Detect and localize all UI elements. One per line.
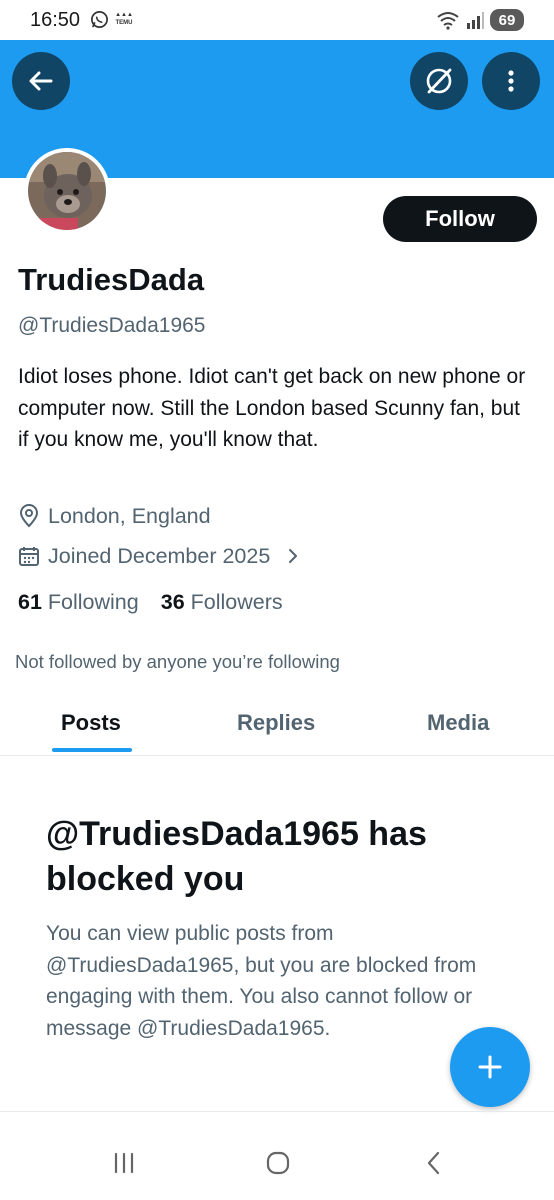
joined-text: Joined December 2025 [48, 543, 271, 568]
home-icon [266, 1151, 290, 1175]
whatsapp-icon [91, 11, 108, 28]
system-nav-bar [0, 1128, 554, 1200]
followers-count: 36 [160, 590, 185, 614]
battery-indicator: 69 [490, 9, 524, 31]
followers-label: Followers [190, 590, 283, 614]
temu-label: TEMU [115, 20, 133, 26]
location-pin-icon [19, 504, 39, 528]
compose-fab[interactable] [450, 1027, 530, 1107]
more-vertical-icon [508, 70, 514, 92]
followers-link[interactable]: 36 Followers [161, 590, 283, 615]
status-bar: 16:50 ▲▲▲ TEMU 69 [0, 0, 554, 40]
more-options-button[interactable] [482, 52, 540, 110]
display-name: TrudiesDada [18, 262, 205, 297]
joined-row[interactable]: Joined December 2025 [18, 542, 302, 570]
chevron-right-icon [289, 549, 298, 563]
tab-media[interactable]: Media [427, 710, 489, 736]
recent-apps-icon [114, 1152, 134, 1174]
recent-apps-button[interactable] [104, 1148, 144, 1178]
grok-button[interactable] [410, 52, 468, 110]
home-button[interactable] [258, 1148, 298, 1178]
location-row: London, England [18, 502, 211, 530]
location-text: London, England [48, 503, 211, 528]
arrow-left-icon [29, 71, 53, 91]
system-back-button[interactable] [414, 1148, 454, 1178]
bottom-divider [0, 1111, 554, 1112]
following-count: 61 [18, 590, 42, 614]
grok-icon [426, 68, 452, 94]
calendar-icon [19, 547, 39, 566]
temu-notification-icon: ▲▲▲ TEMU [115, 12, 133, 26]
following-label: Following [47, 590, 139, 614]
chevron-left-icon [427, 1151, 440, 1175]
following-link[interactable]: 61 Following [18, 590, 139, 615]
avatar[interactable] [24, 148, 110, 234]
profile-tabs: Posts Replies Media [0, 696, 554, 756]
follow-counts: 61 Following 36 Followers [18, 590, 283, 615]
profile-bio: Idiot loses phone. Idiot can't get back … [18, 365, 526, 451]
status-indicators: 69 [436, 8, 524, 32]
signal-icon [467, 12, 484, 29]
avatar-dog-photo [28, 152, 106, 230]
follow-button[interactable]: Follow [383, 196, 537, 242]
back-button[interactable] [12, 52, 70, 110]
blocked-description: You can view public posts from @TrudiesD… [46, 922, 477, 1040]
tab-replies[interactable]: Replies [237, 710, 315, 736]
status-time: 16:50 [30, 9, 81, 31]
tab-posts[interactable]: Posts [61, 710, 121, 736]
active-tab-indicator [52, 748, 132, 752]
profile-handle: @TrudiesDada1965 [18, 314, 206, 337]
plus-icon [478, 1055, 502, 1079]
wifi-icon [437, 12, 459, 30]
blocked-title: @TrudiesDada1965 has blocked you [46, 815, 427, 898]
not-followed-text: Not followed by anyone you’re following [15, 651, 340, 672]
